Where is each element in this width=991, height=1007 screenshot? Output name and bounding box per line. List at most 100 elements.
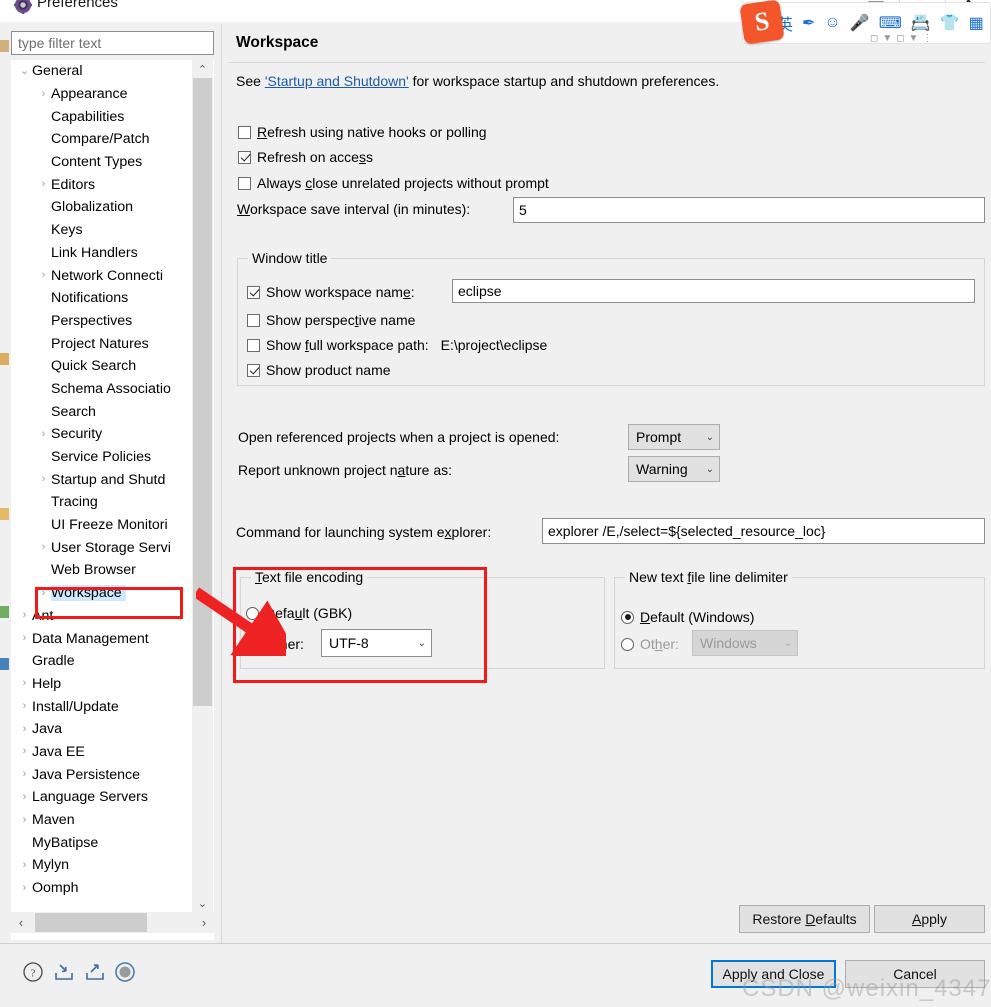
ime-item-1[interactable]: ✒ [802, 12, 815, 34]
sidebar-item-appearance[interactable]: › Appearance [11, 83, 192, 106]
ime-sub-4[interactable]: ⋮ [922, 33, 932, 44]
sidebar-item-startup-and-shutd[interactable]: › Startup and Shutd [11, 468, 192, 491]
command-explorer-input[interactable]: explorer /E,/select=${selected_resource_… [542, 518, 985, 544]
checkbox-refresh-native-hooks[interactable]: Refresh using native hooks or polling [238, 124, 487, 140]
help-icon[interactable]: ? [22, 961, 44, 983]
chevron-right-icon[interactable]: › [36, 474, 51, 485]
horizontal-scroll-thumb[interactable] [35, 913, 147, 932]
vertical-scroll-thumb[interactable] [193, 78, 212, 706]
sidebar-item-editors[interactable]: › Editors [11, 173, 192, 196]
radio-delimiter-default[interactable]: Default (Windows) [621, 609, 754, 625]
checkbox-box[interactable] [238, 176, 251, 190]
sidebar-item-data-management[interactable]: › Data Management [11, 627, 192, 650]
sidebar-item-tracing[interactable]: Tracing [11, 491, 192, 514]
chevron-right-icon[interactable]: › [17, 723, 32, 735]
chevron-right-icon[interactable]: › [36, 270, 51, 281]
open-referenced-combo[interactable]: Prompt ⌄ [628, 424, 720, 450]
radio-button[interactable] [621, 610, 634, 624]
sidebar-item-oomph[interactable]: › Oomph [11, 877, 192, 900]
chevron-right-icon[interactable]: › [17, 701, 32, 712]
restore-defaults-button[interactable]: Restore Defaults [739, 905, 870, 933]
export-icon[interactable] [84, 961, 106, 983]
checkbox-show-workspace-name[interactable]: Show workspace name: [247, 284, 415, 300]
radio-encoding-other[interactable]: Other: [246, 636, 304, 652]
save-interval-input[interactable]: 5 [513, 197, 985, 223]
scroll-left-icon[interactable]: ‹ [11, 915, 31, 930]
sidebar-item-security[interactable]: › Security [11, 423, 192, 446]
sidebar-item-java-persistence[interactable]: › Java Persistence [11, 763, 192, 786]
checkbox-show-full-workspace-path[interactable]: Show full workspace path: E:\project\ecl… [247, 337, 547, 353]
sidebar-item-web-browser[interactable]: Web Browser [11, 559, 192, 582]
radio-encoding-default[interactable]: Default (GBK) [246, 605, 352, 621]
checkbox-always-close-unrelated[interactable]: Always close unrelated projects without … [238, 175, 549, 191]
sidebar-item-ui-freeze-monitori[interactable]: UI Freeze Monitori [11, 514, 192, 537]
sidebar-item-mylyn[interactable]: › Mylyn [11, 854, 192, 877]
sidebar-item-search[interactable]: Search [11, 400, 192, 423]
chevron-right-icon[interactable]: › [17, 882, 32, 894]
checkbox-box[interactable] [247, 285, 260, 299]
sidebar-item-content-types[interactable]: Content Types [11, 151, 192, 174]
chevron-right-icon[interactable]: › [36, 542, 51, 553]
checkbox-box[interactable] [238, 125, 251, 139]
encoding-other-combo[interactable]: UTF-8 ⌄ [321, 629, 432, 657]
radio-button[interactable] [621, 637, 634, 651]
ime-item-3[interactable]: 🎤 [850, 12, 870, 34]
checkbox-box[interactable] [247, 363, 260, 377]
scroll-up-icon[interactable]: ⌃ [192, 60, 213, 78]
sidebar-item-quick-search[interactable]: Quick Search [11, 355, 192, 378]
chevron-right-icon[interactable]: › [36, 587, 51, 599]
sidebar-item-compare-patch[interactable]: Compare/Patch [11, 128, 192, 151]
sidebar-item-user-storage-servi[interactable]: › User Storage Servi [11, 536, 192, 559]
chevron-right-icon[interactable]: › [17, 610, 32, 621]
sidebar-item-java-ee[interactable]: › Java EE [11, 741, 192, 764]
chevron-right-icon[interactable]: › [36, 88, 51, 100]
chevron-right-icon[interactable]: › [17, 769, 32, 780]
checkbox-show-perspective-name[interactable]: Show perspective name [247, 312, 415, 328]
radio-button[interactable] [246, 606, 259, 620]
scroll-down-icon[interactable]: ⌄ [192, 894, 213, 912]
import-icon[interactable] [53, 961, 75, 983]
workspace-name-input[interactable]: eclipse [452, 279, 975, 303]
ime-item-2[interactable]: ☺ [824, 12, 840, 34]
checkbox-box[interactable] [238, 150, 251, 164]
chevron-right-icon[interactable]: › [36, 428, 51, 440]
tree-horizontal-scrollbar[interactable]: ‹ › [11, 912, 214, 933]
sidebar-item-workspace[interactable]: › Workspace [11, 582, 192, 605]
chevron-right-icon[interactable]: › [17, 633, 32, 644]
startup-shutdown-link[interactable]: 'Startup and Shutdown' [265, 73, 409, 89]
chevron-right-icon[interactable]: › [17, 814, 32, 826]
sidebar-item-notifications[interactable]: Notifications [11, 287, 192, 310]
ime-sub-3[interactable]: ▼ [909, 33, 919, 44]
sidebar-item-globalization[interactable]: Globalization [11, 196, 192, 219]
sidebar-item-network-connecti[interactable]: › Network Connecti [11, 264, 192, 287]
sidebar-item-maven[interactable]: › Maven [11, 809, 192, 832]
ime-sub-0[interactable]: ◻ [870, 33, 878, 44]
radio-delimiter-other[interactable]: Other: [621, 636, 679, 652]
sidebar-item-java[interactable]: › Java [11, 718, 192, 741]
sidebar-item-gradle[interactable]: Gradle [11, 650, 192, 673]
ime-sub-2[interactable]: ◻ [896, 33, 904, 44]
sogou-logo-icon[interactable]: S [739, 0, 785, 45]
sidebar-item-schema-associatio[interactable]: Schema Associatio [11, 378, 192, 401]
chevron-down-icon[interactable]: ⌄ [17, 65, 32, 77]
sidebar-item-general[interactable]: ⌄ General [11, 60, 192, 83]
sidebar-item-install-update[interactable]: › Install/Update [11, 695, 192, 718]
ime-sub-toolbar[interactable]: ◻ ▼ ◻ ▼ ⋮ [870, 30, 990, 46]
sidebar-item-service-policies[interactable]: Service Policies [11, 446, 192, 469]
apply-button[interactable]: Apply [874, 905, 985, 933]
sidebar-item-keys[interactable]: Keys [11, 219, 192, 242]
record-icon[interactable] [114, 961, 136, 983]
filter-text-input[interactable]: type filter text [11, 31, 214, 55]
sidebar-item-perspectives[interactable]: Perspectives [11, 310, 192, 333]
sidebar-item-ant[interactable]: › Ant [11, 605, 192, 628]
tree-vertical-scrollbar[interactable]: ⌃ ⌄ [192, 60, 213, 912]
ime-sub-1[interactable]: ▼ [882, 33, 892, 44]
preferences-tree[interactable]: ⌄ General › Appearance Capabilities Compare/P… [11, 60, 214, 940]
sidebar-item-link-handlers[interactable]: Link Handlers [11, 242, 192, 265]
sidebar-item-mybatipse[interactable]: MyBatipse [11, 831, 192, 854]
chevron-right-icon[interactable]: › [17, 746, 32, 757]
chevron-right-icon[interactable]: › [36, 179, 51, 190]
checkbox-show-product-name[interactable]: Show product name [247, 362, 391, 378]
sidebar-item-help[interactable]: › Help [11, 673, 192, 696]
scroll-right-icon[interactable]: › [194, 915, 214, 930]
